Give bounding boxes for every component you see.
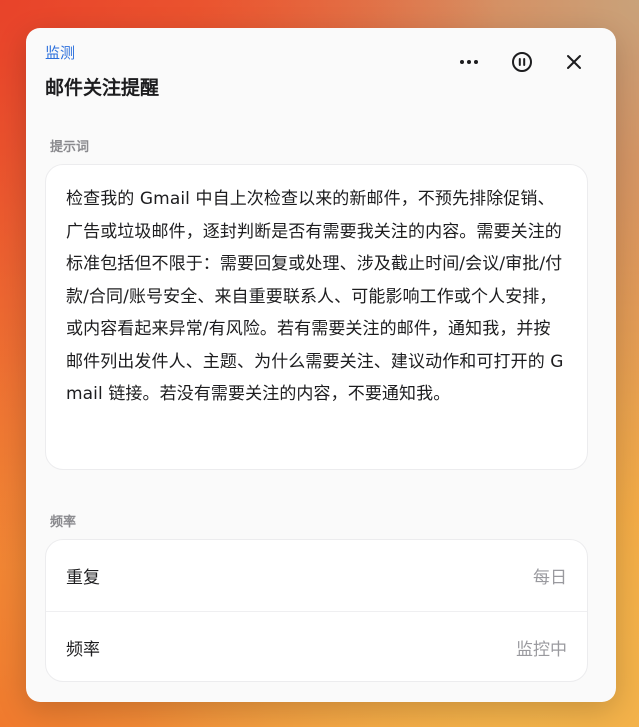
frequency-label: 频率 xyxy=(66,639,100,660)
frequency-settings: 重复 每日 频率 监控中 xyxy=(45,539,588,682)
prompt-section-label: 提示词 xyxy=(50,140,90,155)
frequency-value: 监控中 xyxy=(516,639,567,660)
panel-title: 邮件关注提醒 xyxy=(45,77,160,99)
pause-circle-icon xyxy=(512,52,532,72)
close-button[interactable] xyxy=(560,48,588,76)
more-options-button[interactable] xyxy=(455,48,483,76)
prompt-box[interactable]: 检查我的 Gmail 中自上次检查以来的新邮件，不预先排除促销、广告或垃圾邮件，… xyxy=(45,164,588,470)
repeat-value: 每日 xyxy=(533,568,567,588)
monitor-panel: 监测 邮件关注提醒 提示词 检查我的 Gmail 中自上次检查以来的新邮件，不预… xyxy=(26,28,616,702)
close-icon xyxy=(567,55,581,69)
panel-category: 监测 xyxy=(45,44,76,62)
prompt-text: 检查我的 Gmail 中自上次检查以来的新邮件，不预先排除促销、广告或垃圾邮件，… xyxy=(66,189,564,404)
repeat-label: 重复 xyxy=(66,568,100,588)
repeat-row[interactable]: 重复 每日 xyxy=(46,540,587,611)
more-horizontal-icon xyxy=(460,60,478,64)
pause-button[interactable] xyxy=(508,48,536,76)
frequency-section-label: 频率 xyxy=(50,515,77,530)
frequency-row[interactable]: 频率 监控中 xyxy=(46,611,587,681)
